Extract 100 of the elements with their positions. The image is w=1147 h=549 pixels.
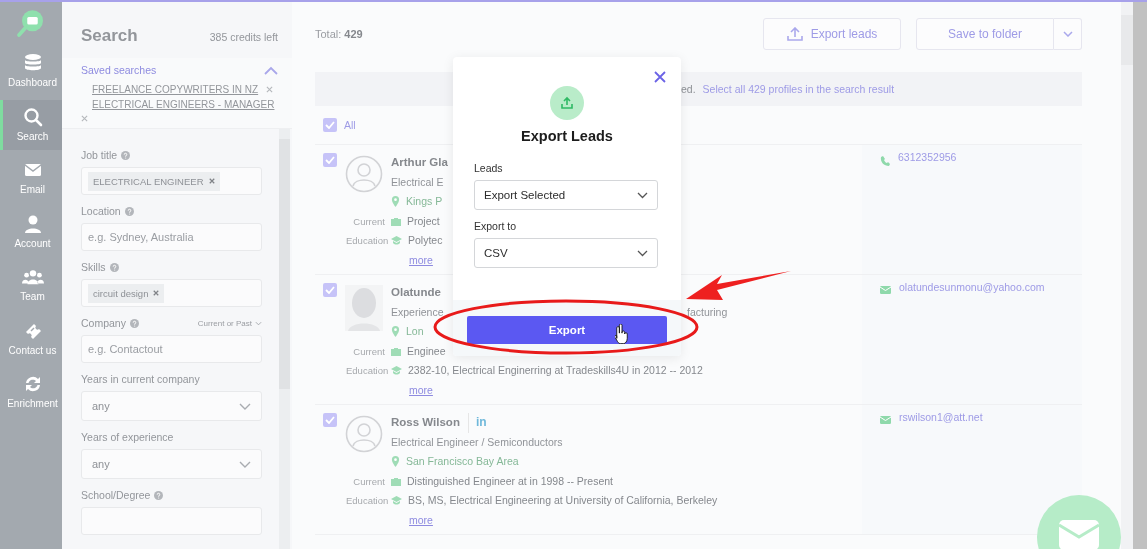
- upload-icon: [786, 27, 803, 41]
- field-label: Leads: [474, 162, 504, 174]
- save-to-folder-button[interactable]: Save to folder: [916, 18, 1054, 50]
- sidebar-item[interactable]: Email: [0, 153, 62, 204]
- dropdown[interactable]: Export Selected: [474, 180, 658, 210]
- field-label: Company: [81, 317, 126, 329]
- phone-icon: [880, 156, 890, 166]
- field-label: School/Degree: [81, 489, 151, 501]
- field-label: Skills: [81, 261, 106, 273]
- lead-headline: Experience: [391, 305, 444, 318]
- current-position: Project: [407, 213, 440, 229]
- education-entry: Polytec: [408, 233, 443, 248]
- sidebar-item[interactable]: Dashboard: [0, 46, 62, 97]
- current-label: Current: [352, 214, 385, 229]
- scrollbar[interactable]: [1121, 2, 1133, 549]
- input-field[interactable]: e.g. Sydney, Australia: [81, 223, 262, 251]
- lead-name[interactable]: Ross Wilson: [391, 413, 460, 433]
- scrollbar[interactable]: [279, 129, 290, 549]
- remove-icon[interactable]: [208, 178, 215, 184]
- chevron-down-icon: [239, 402, 251, 410]
- chevron-down-icon: [239, 460, 251, 468]
- more-link[interactable]: more: [409, 250, 433, 270]
- saved-search-link[interactable]: ELECTRICAL ENGINEERS - MANAGER: [92, 99, 275, 110]
- current-label: Current: [352, 474, 385, 489]
- field-label: Job title: [81, 149, 118, 161]
- sidebar-item[interactable]: Search: [0, 99, 62, 150]
- lead-headline: Electrical Engineer / Semiconductors: [391, 435, 563, 448]
- briefcase-icon: [391, 216, 401, 226]
- linkedin-link[interactable]: in: [467, 413, 487, 433]
- avatar-icon: [345, 155, 383, 193]
- logo-icon: [16, 8, 46, 38]
- browser-scrollbar[interactable]: [1133, 2, 1147, 549]
- avatar-icon: [345, 415, 383, 453]
- dropdown[interactable]: CSV: [474, 238, 658, 268]
- chat-bubble-button[interactable]: [1037, 495, 1121, 549]
- saved-search-link[interactable]: FREELANCE COPYWRITERS IN NZ: [92, 84, 259, 95]
- more-link[interactable]: more: [409, 380, 433, 400]
- chevron-down-icon: [637, 249, 648, 257]
- field-label: Years in current company: [81, 373, 200, 385]
- input-field[interactable]: e.g. Contactout: [81, 335, 262, 363]
- dialog-title: Export Leads: [521, 128, 613, 144]
- chevron-down-icon: [255, 320, 262, 326]
- tag-chip: circuit design: [88, 283, 165, 303]
- lead-name[interactable]: Arthur Gla: [391, 153, 448, 173]
- field-label: Years of experience: [81, 431, 174, 443]
- checkbox[interactable]: [323, 413, 337, 427]
- total-count: Total: 429: [315, 28, 363, 40]
- company-scope-dropdown[interactable]: Current or Past: [197, 318, 262, 328]
- graduation-cap-icon: [391, 236, 402, 246]
- tag-chip: ELECTRICAL ENGINEER: [88, 171, 220, 191]
- location-pin-icon: [391, 326, 400, 338]
- remove-icon[interactable]: [81, 115, 88, 122]
- search-icon: [22, 106, 43, 127]
- database-icon: [22, 53, 43, 73]
- checkbox[interactable]: [323, 283, 337, 297]
- sidebar-item[interactable]: Contact us: [0, 313, 62, 364]
- panel-title: Search: [81, 26, 138, 46]
- contact-detail[interactable]: 6312352956: [898, 151, 957, 163]
- checkbox[interactable]: [323, 153, 337, 167]
- sidebar-item[interactable]: Enrichment: [0, 367, 62, 418]
- lead-location: San Francisco Bay Area: [406, 454, 519, 469]
- chevron-down-icon: [637, 191, 648, 199]
- education-entry: 2382-10, Electrical Enginerring at Tradeskills4U in 2012 -- 2012: [408, 363, 703, 378]
- tag-input-field[interactable]: ELECTRICAL ENGINEER: [81, 167, 262, 195]
- collapse-icon[interactable]: [264, 65, 278, 75]
- contact-detail[interactable]: olatundesunmonu@yahoo.com: [899, 281, 1045, 293]
- hand-cursor-icon: [615, 324, 629, 344]
- graduation-cap-icon: [391, 496, 402, 506]
- lead-headline: facturing: [687, 304, 728, 320]
- dropdown[interactable]: any: [81, 449, 262, 479]
- lead-name[interactable]: Olatunde: [391, 283, 441, 303]
- briefcase-icon: [391, 476, 401, 486]
- user-icon: [22, 213, 43, 234]
- location-pin-icon: [391, 456, 400, 468]
- select-all-link[interactable]: Select all 429 profiles in the search result: [702, 83, 895, 95]
- team-icon: [21, 267, 44, 287]
- remove-icon[interactable]: [153, 290, 160, 296]
- upload-icon: [550, 86, 584, 120]
- dropdown[interactable]: any: [81, 391, 262, 421]
- more-link[interactable]: more: [409, 510, 433, 530]
- sidebar-item[interactable]: Account: [0, 206, 62, 257]
- sidebar-item[interactable]: Team: [0, 260, 62, 311]
- field-label: Export to: [474, 220, 518, 232]
- export-leads-button[interactable]: Export leads: [763, 18, 901, 50]
- location-pin-icon: [391, 196, 400, 208]
- folder-dropdown-button[interactable]: [1054, 18, 1082, 50]
- graduation-cap-icon: [391, 366, 402, 376]
- select-all-label: All: [344, 119, 356, 131]
- close-icon[interactable]: [654, 71, 666, 83]
- current-position: Distinguished Engineer at in 1998 -- Present: [407, 473, 614, 489]
- checkbox[interactable]: [323, 118, 337, 132]
- remove-icon[interactable]: [266, 86, 274, 93]
- export-button[interactable]: Export: [467, 315, 667, 344]
- tag-input-field[interactable]: circuit design: [81, 279, 262, 307]
- contact-detail[interactable]: rswilson1@att.net: [899, 411, 983, 423]
- credits-count: 385 credits left: [209, 31, 278, 43]
- mail-icon: [880, 416, 891, 424]
- briefcase-icon: [391, 346, 401, 356]
- lead-location: Kings P: [406, 194, 443, 209]
- current-label: Current: [352, 344, 385, 359]
